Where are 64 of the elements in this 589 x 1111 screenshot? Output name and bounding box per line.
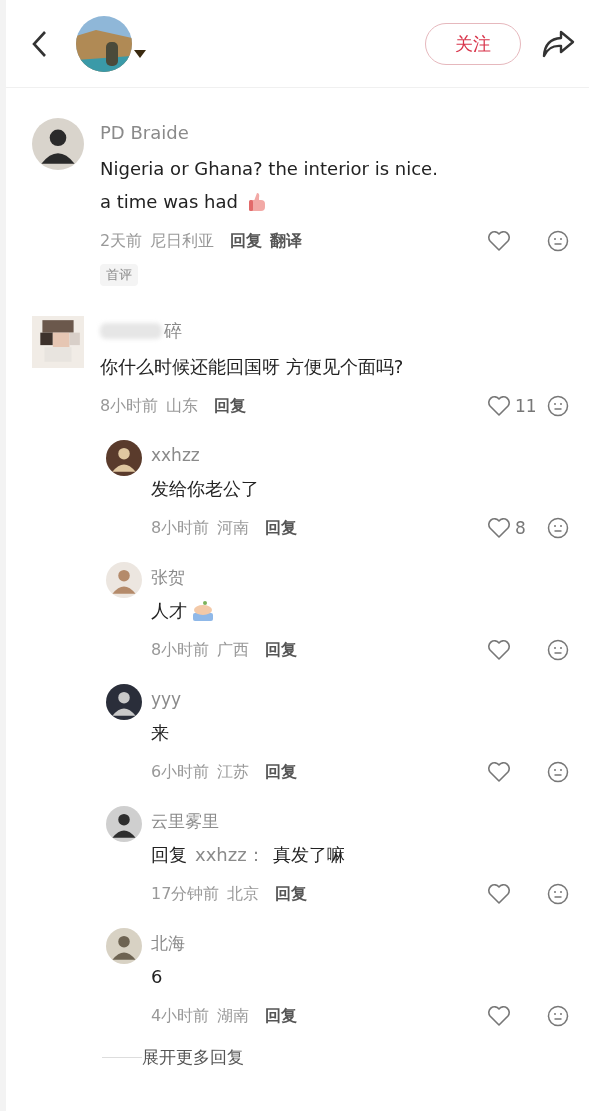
region-text: 北京: [227, 883, 260, 905]
region-text: 山东: [166, 395, 199, 417]
region-text: 尼日利亚: [150, 230, 215, 252]
heart-icon: [487, 761, 511, 783]
comment-text: 你什么时候还能回国呀 方便见个面吗?: [100, 355, 404, 379]
user-name: 碎: [164, 319, 182, 343]
comment-text: Nigeria or Ghana? the interior is nice.: [100, 157, 438, 181]
time-text: 6小时前: [151, 761, 210, 783]
heart-icon: [487, 883, 511, 905]
heart-icon: [487, 517, 511, 539]
heart-icon: [487, 639, 511, 661]
reply-text: 人才: [151, 599, 187, 623]
user-name: 云里雾里: [151, 810, 219, 833]
region-text: 湖南: [217, 1005, 250, 1027]
like-button[interactable]: 11: [487, 395, 547, 417]
reply-button[interactable]: 回复: [214, 395, 247, 417]
share-icon[interactable]: [541, 28, 575, 59]
emoji-icon[interactable]: [547, 761, 569, 783]
reply-text: 来: [151, 721, 169, 745]
time-text: 2天前: [100, 230, 143, 252]
time-text: 8小时前: [151, 639, 210, 661]
reply-button[interactable]: 回复: [230, 230, 263, 252]
reply-button[interactable]: 回复: [265, 761, 298, 783]
heart-icon: [487, 395, 511, 417]
user-name: PD Braide: [100, 121, 189, 145]
region-text: 广西: [217, 639, 250, 661]
emoji-icon[interactable]: [547, 395, 569, 417]
reply-button[interactable]: 回复: [265, 517, 298, 539]
translate-button[interactable]: 翻译: [270, 230, 303, 252]
emoji-icon[interactable]: [547, 639, 569, 661]
region-text: 河南: [217, 517, 250, 539]
reply-button[interactable]: 回复: [275, 883, 308, 905]
avatar: [106, 562, 142, 598]
expand-replies-button[interactable]: 展开更多回复: [142, 1043, 244, 1071]
region-text: 江苏: [217, 761, 250, 783]
avatar: [106, 806, 142, 842]
emoji-icon[interactable]: [547, 1005, 569, 1027]
follow-button[interactable]: 关注: [425, 22, 521, 65]
blurred-name: [100, 323, 162, 339]
reply-text: 发给你老公了: [151, 477, 259, 501]
heart-icon: [487, 1005, 511, 1027]
first-comment-tag: 首评: [100, 264, 138, 286]
user-name: xxhzz: [151, 444, 200, 467]
time-text: 8小时前: [100, 395, 159, 417]
user-name: 北海: [151, 932, 185, 955]
caret-icon[interactable]: [134, 49, 146, 58]
time-text: 8小时前: [151, 517, 210, 539]
reply-button[interactable]: 回复: [265, 639, 298, 661]
reply-text: 回复 xxhzz： 真发了嘛: [151, 843, 345, 867]
emoji-icon[interactable]: [547, 883, 569, 905]
user-name: 张贺: [151, 566, 185, 589]
time-text: 4小时前: [151, 1005, 210, 1027]
emoji-icon[interactable]: [547, 517, 569, 539]
like-button[interactable]: 8: [487, 517, 547, 539]
avatar: [106, 440, 142, 476]
heart-icon: [487, 230, 511, 252]
emoji-icon[interactable]: [547, 230, 569, 252]
user-name: yyy: [151, 688, 182, 711]
reply-button[interactable]: 回复: [265, 1005, 298, 1027]
comment-text: a time was had: [100, 190, 238, 214]
reply-text: 6: [151, 965, 163, 989]
avatar: [106, 928, 142, 964]
avatar: [106, 684, 142, 720]
time-text: 17分钟前: [151, 883, 220, 905]
